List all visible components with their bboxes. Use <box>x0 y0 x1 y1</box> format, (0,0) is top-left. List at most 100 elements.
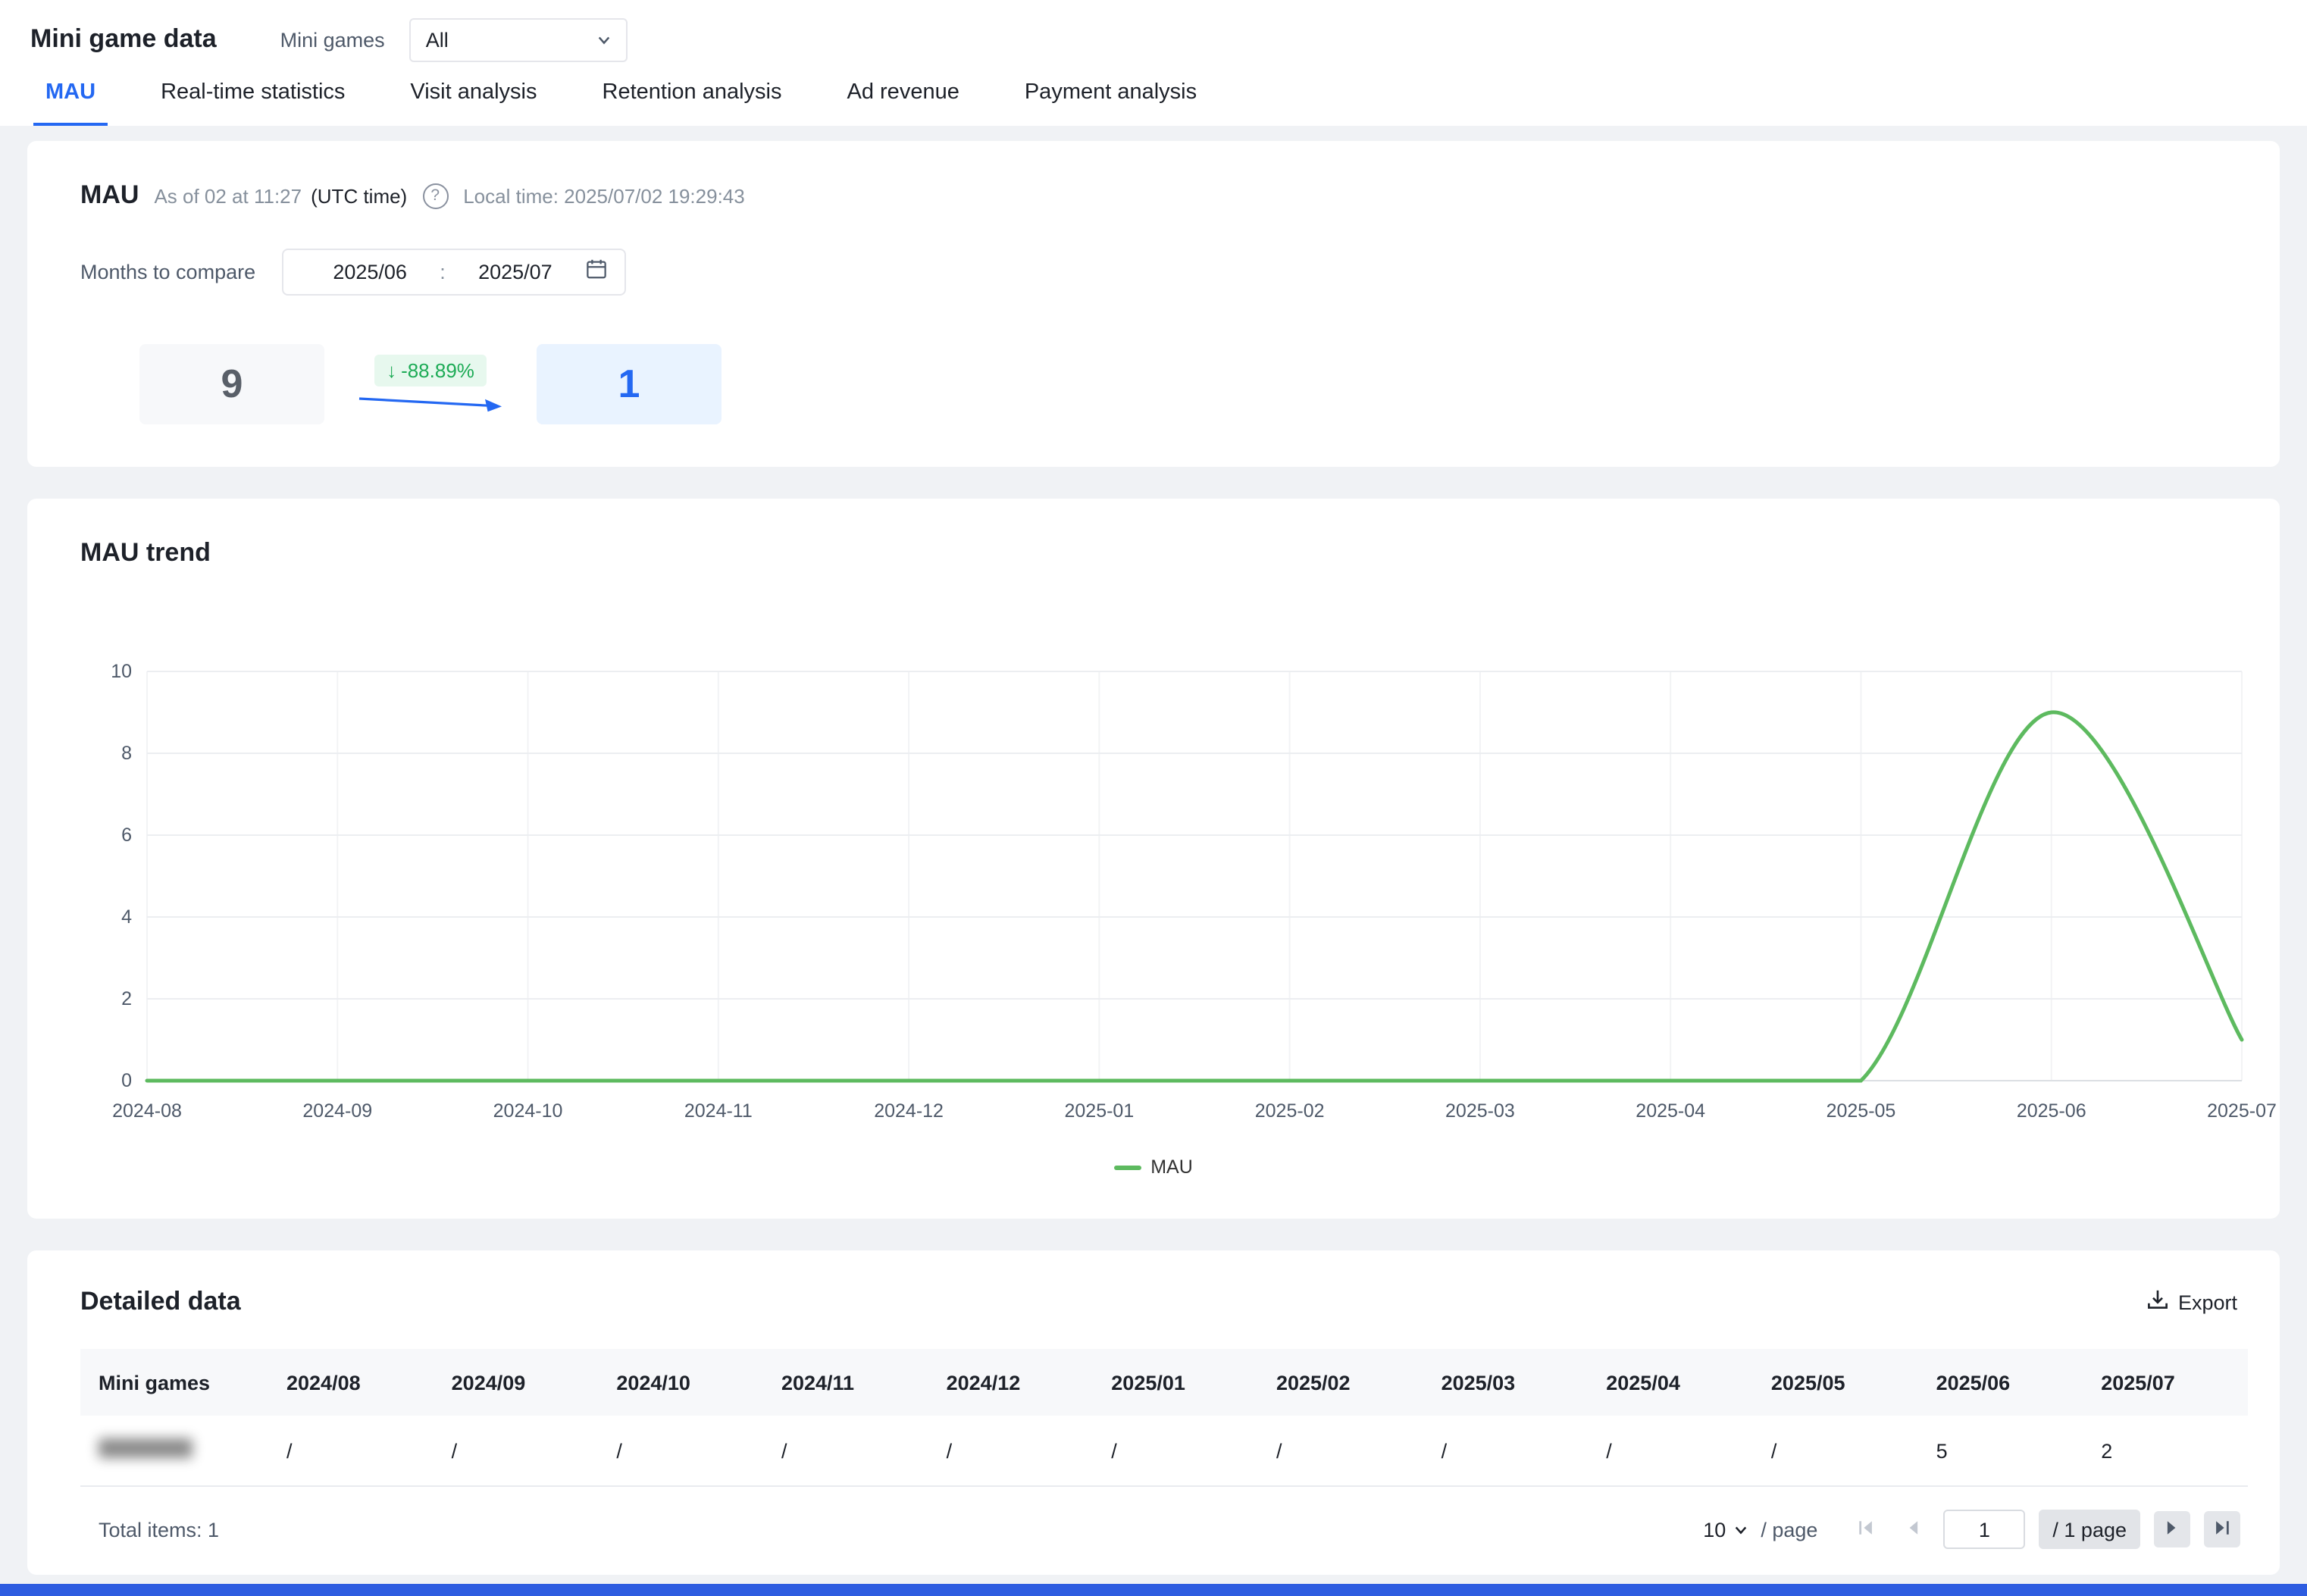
mau-trend-card: MAU trend 02468102024-082024-092024-1020… <box>27 499 2280 1219</box>
page-number-input[interactable] <box>1943 1510 2025 1549</box>
month-range-picker[interactable]: 2025/06 : 2025/07 <box>282 249 626 296</box>
page-total-label: / 1 page <box>2039 1510 2140 1549</box>
value-cell: / <box>1588 1416 1753 1486</box>
help-icon[interactable]: ? <box>422 183 448 208</box>
current-month-value: 1 <box>537 344 722 424</box>
title-row: Mini game data Mini games All <box>0 20 2307 59</box>
value-cell: / <box>1093 1416 1258 1486</box>
next-page-icon <box>2161 1516 2183 1542</box>
chevron-down-icon <box>597 33 611 46</box>
svg-text:2025-03: 2025-03 <box>1445 1100 1515 1122</box>
previous-page-button[interactable] <box>1896 1513 1930 1546</box>
detailed-data-card: Detailed data Export Mini games2024/0820… <box>27 1250 2280 1575</box>
table-row: //////////52 <box>80 1416 2248 1486</box>
value-cell: / <box>1753 1416 1918 1486</box>
tab-payment-analysis[interactable]: Payment analysis <box>1013 80 1209 126</box>
per-page-label: / page <box>1761 1518 1817 1541</box>
page-title: Mini game data <box>30 24 217 55</box>
value-cell: / <box>268 1416 434 1486</box>
mau-card-title: MAU <box>80 180 139 211</box>
chart-legend[interactable]: MAU <box>27 1156 2280 1178</box>
svg-text:0: 0 <box>121 1070 132 1091</box>
first-page-icon <box>1855 1516 1877 1542</box>
page-size-value: 10 <box>1703 1518 1726 1541</box>
svg-text:2025-05: 2025-05 <box>1827 1100 1896 1122</box>
tab-retention-analysis[interactable]: Retention analysis <box>590 80 794 126</box>
chevron-down-icon <box>1733 1522 1747 1536</box>
download-icon <box>2146 1288 2169 1316</box>
detail-table-header-row: Mini games2024/082024/092024/102024/1120… <box>80 1349 2248 1416</box>
svg-text:2024-10: 2024-10 <box>493 1100 563 1122</box>
months-compare-label: Months to compare <box>80 261 282 283</box>
legend-label: MAU <box>1150 1156 1193 1178</box>
tab-mau[interactable]: MAU <box>33 80 108 126</box>
local-time: Local time: 2025/07/02 19:29:43 <box>463 184 745 207</box>
column-header: 2025/05 <box>1753 1349 1918 1416</box>
svg-text:10: 10 <box>111 661 132 682</box>
pagination: 10 / page / 1 page <box>1703 1510 2240 1549</box>
column-header: 2025/04 <box>1588 1349 1753 1416</box>
value-cell: 2 <box>2083 1416 2248 1486</box>
mini-games-filter-label: Mini games <box>280 28 385 51</box>
legend-line-icon <box>1114 1165 1141 1169</box>
table-footer: Total items: 1 10 / page <box>27 1487 2280 1572</box>
game-name-cell <box>80 1416 268 1486</box>
column-header: 2025/06 <box>1918 1349 2083 1416</box>
top-bar: Mini game data Mini games All MAU Real-ti… <box>0 0 2307 126</box>
value-cell: / <box>598 1416 763 1486</box>
value-cell: / <box>763 1416 928 1486</box>
tab-visit-analysis[interactable]: Visit analysis <box>398 80 549 126</box>
value-cell: / <box>928 1416 1094 1486</box>
main-content: MAU As of 02 at 11:27 (UTC time) ? Local… <box>0 126 2307 1575</box>
export-label: Export <box>2178 1291 2237 1313</box>
column-header: 2024/10 <box>598 1349 763 1416</box>
tab-ad-revenue[interactable]: Ad revenue <box>835 80 972 126</box>
svg-text:2024-12: 2024-12 <box>874 1100 944 1122</box>
last-page-button[interactable] <box>2204 1511 2240 1547</box>
down-arrow-icon: ↓ <box>387 358 396 381</box>
last-page-icon <box>2212 1516 2233 1542</box>
svg-text:4: 4 <box>121 906 132 928</box>
mau-comparison: 9 ↓ -88.89% 1 <box>80 344 2227 424</box>
trend-arrow-icon <box>358 390 503 415</box>
as-of-time: As of 02 at 11:27 <box>154 184 302 207</box>
months-compare-row: Months to compare 2025/06 : 2025/07 <box>80 249 2227 296</box>
svg-text:2024-08: 2024-08 <box>112 1100 182 1122</box>
svg-text:2025-04: 2025-04 <box>1636 1100 1705 1122</box>
column-header: 2025/07 <box>2083 1349 2248 1416</box>
next-page-button[interactable] <box>2154 1511 2190 1547</box>
detail-table: Mini games2024/082024/092024/102024/1120… <box>80 1349 2248 1487</box>
range-separator: : <box>440 261 446 283</box>
trend-title: MAU trend <box>27 538 2280 568</box>
column-header: 2024/12 <box>928 1349 1094 1416</box>
column-header: 2024/11 <box>763 1349 928 1416</box>
change-percent: -88.89% <box>401 358 474 381</box>
tabs: MAU Real-time statistics Visit analysis Ret… <box>0 80 2307 126</box>
mau-trend-chart[interactable]: 02468102024-082024-092024-102024-112024-… <box>27 641 2280 1144</box>
column-header: 2024/08 <box>268 1349 434 1416</box>
utc-label: (UTC time) <box>311 184 407 207</box>
svg-text:2024-11: 2024-11 <box>684 1100 753 1122</box>
column-header: 2025/03 <box>1423 1349 1589 1416</box>
value-cell: / <box>1423 1416 1589 1486</box>
previous-page-icon <box>1902 1516 1924 1542</box>
first-page-button[interactable] <box>1849 1513 1883 1546</box>
bottom-bar <box>0 1584 2307 1596</box>
svg-text:2025-02: 2025-02 <box>1255 1100 1325 1122</box>
change-badge: ↓ -88.89% <box>374 354 487 386</box>
page: Mini game data Mini games All MAU Real-ti… <box>0 0 2307 1596</box>
svg-text:2: 2 <box>121 988 132 1009</box>
range-end-value: 2025/07 <box>446 261 585 283</box>
detail-table-body: //////////52 <box>80 1416 2248 1486</box>
tab-real-time-statistics[interactable]: Real-time statistics <box>149 80 357 126</box>
detail-title: Detailed data <box>80 1287 241 1317</box>
export-button[interactable]: Export <box>2146 1288 2237 1316</box>
page-size-select[interactable]: 10 <box>1703 1518 1747 1541</box>
column-header: 2025/02 <box>1258 1349 1423 1416</box>
svg-text:8: 8 <box>121 743 132 764</box>
svg-text:2025-07: 2025-07 <box>2207 1100 2277 1122</box>
svg-text:2025-06: 2025-06 <box>2017 1100 2086 1122</box>
mini-games-select[interactable]: All <box>409 17 628 61</box>
calendar-icon <box>585 257 608 287</box>
mau-card: MAU As of 02 at 11:27 (UTC time) ? Local… <box>27 141 2280 467</box>
